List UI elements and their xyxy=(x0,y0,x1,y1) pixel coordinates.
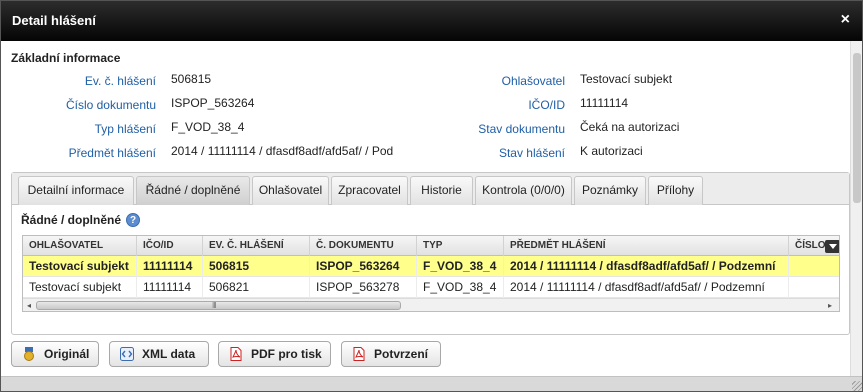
cell-ohlasovatel: Testovací subjekt xyxy=(23,277,137,298)
cell-cislo-dokumentu: ISPOP_563278 xyxy=(310,277,417,298)
original-button-label: Originál xyxy=(44,347,90,361)
value-ico-id: 11111114 xyxy=(580,96,629,110)
cell-ev-cislo: 506815 xyxy=(203,256,310,277)
tab-kontrola[interactable]: Kontrola (0/0/0) xyxy=(475,176,572,205)
cell-predmet-hlaseni: 2014 / 11111114 / dfasdf8adf/afd5af/ / P… xyxy=(504,277,789,298)
tab-zpracovatel[interactable]: Zpracovatel xyxy=(331,176,408,205)
cell-ev-cislo: 506821 xyxy=(203,277,310,298)
cell-cislo xyxy=(789,277,839,298)
value-ohlasovatel: Testovací subjekt xyxy=(580,72,673,86)
scrollbar-thumb[interactable] xyxy=(853,53,861,203)
column-header-ev-cislo[interactable]: EV. Č. HLÁŠENÍ xyxy=(203,236,310,256)
label-predmet-hlaseni: Předmět hlášení xyxy=(68,146,156,160)
column-header-typ[interactable]: TYP xyxy=(417,236,504,256)
pdf-icon xyxy=(230,347,242,361)
cell-cislo xyxy=(789,256,839,277)
dialog-footer xyxy=(1,376,862,391)
pdf-print-button-label: PDF pro tisk xyxy=(251,347,322,361)
cell-ico-id: 11111114 xyxy=(137,277,203,298)
tab-detailni-informace[interactable]: Detailní informace xyxy=(18,176,134,205)
column-menu-icon[interactable] xyxy=(825,240,839,253)
cell-cislo-dokumentu: ISPOP_563264 xyxy=(310,256,417,277)
column-header-ohlasovatel[interactable]: OHLAŠOVATEL xyxy=(23,236,137,256)
cell-typ: F_VOD_38_4 xyxy=(417,277,504,298)
dialog-vertical-scrollbar[interactable] xyxy=(850,41,862,376)
tab-ohlasovatel[interactable]: Ohlašovatel xyxy=(252,176,329,205)
label-stav-hlaseni: Stav hlášení xyxy=(498,146,565,160)
confirmation-button-label: Potvrzení xyxy=(374,347,429,361)
tab-panel: Detailní informace Řádné / doplněné Ohla… xyxy=(11,172,850,335)
value-stav-dokumentu: Čeká na autorizaci xyxy=(580,120,680,134)
value-stav-hlaseni: K autorizaci xyxy=(580,144,643,158)
column-header-cislo-dokumentu[interactable]: Č. DOKUMENTU xyxy=(310,236,417,256)
medal-icon xyxy=(24,347,34,361)
table-row[interactable]: Testovací subjekt 11111114 506815 ISPOP_… xyxy=(23,256,839,277)
table-row[interactable]: Testovací subjekt 11111114 506821 ISPOP_… xyxy=(23,277,839,298)
confirmation-button[interactable]: Potvrzení xyxy=(341,341,441,367)
cell-typ: F_VOD_38_4 xyxy=(417,256,504,277)
original-button[interactable]: Originál xyxy=(11,341,99,367)
scroll-left-icon[interactable]: ◂ xyxy=(24,301,34,311)
value-ev-cislo: 506815 xyxy=(171,72,212,86)
dialog-titlebar[interactable]: Detail hlášení × xyxy=(1,1,862,41)
scroll-right-icon[interactable]: ▸ xyxy=(825,301,835,311)
grid-header: OHLAŠOVATEL IČO/ID EV. Č. HLÁŠENÍ Č. DOK… xyxy=(23,236,839,256)
tab-bar: Detailní informace Řádné / doplněné Ohla… xyxy=(12,173,849,205)
scrollbar-thumb[interactable]: III xyxy=(36,301,401,310)
dialog-content: Základní informace Ev. č. hlášení 506815… xyxy=(1,41,852,376)
section-title-basic-info: Základní informace xyxy=(11,51,121,65)
panel-heading: Řádné / doplněné xyxy=(21,213,122,227)
grip-icon: III xyxy=(212,301,217,310)
column-header-ico-id[interactable]: IČO/ID xyxy=(137,236,203,256)
cell-ico-id: 11111114 xyxy=(137,256,203,277)
value-predmet-hlaseni: 2014 / 11111114 / dfasdf8adf/afd5af/ / P… xyxy=(171,144,394,158)
label-stav-dokumentu: Stav dokumentu xyxy=(478,122,565,136)
column-header-predmet-hlaseni[interactable]: PŘEDMĚT HLÁŠENÍ xyxy=(504,236,789,256)
value-cislo-dokumentu: ISPOP_563264 xyxy=(171,96,255,110)
detail-dialog: Detail hlášení × Základní informace Ev. … xyxy=(0,0,863,392)
cell-ohlasovatel: Testovací subjekt xyxy=(23,256,137,277)
xml-data-button[interactable]: XML data xyxy=(109,341,209,367)
dialog-title: Detail hlášení xyxy=(12,13,96,28)
pdf-print-button[interactable]: PDF pro tisk xyxy=(218,341,331,367)
pdf-icon xyxy=(353,347,365,361)
resize-handle-icon[interactable] xyxy=(852,381,862,391)
submissions-grid: OHLAŠOVATEL IČO/ID EV. Č. HLÁŠENÍ Č. DOK… xyxy=(22,235,840,312)
label-typ-hlaseni: Typ hlášení xyxy=(94,122,156,136)
xml-data-button-label: XML data xyxy=(142,347,196,361)
tab-prilohy[interactable]: Přílohy xyxy=(648,176,703,205)
label-cislo-dokumentu: Číslo dokumentu xyxy=(65,98,156,112)
grid-horizontal-scrollbar[interactable]: ◂ III ▸ xyxy=(23,298,839,311)
tab-radne-doplnene[interactable]: Řádné / doplněné xyxy=(136,176,250,205)
close-icon[interactable]: × xyxy=(841,11,850,29)
tab-poznamky[interactable]: Poznámky xyxy=(574,176,646,205)
label-ohlasovatel: Ohlašovatel xyxy=(501,74,565,88)
label-ico-id: IČO/ID xyxy=(528,98,565,112)
help-icon[interactable]: ? xyxy=(126,213,140,227)
tab-historie[interactable]: Historie xyxy=(410,176,473,205)
xml-icon xyxy=(120,347,134,361)
cell-predmet-hlaseni: 2014 / 11111114 / dfasdf8adf/afd5af/ / P… xyxy=(504,256,789,277)
value-typ-hlaseni: F_VOD_38_4 xyxy=(171,120,245,134)
label-ev-cislo: Ev. č. hlášení xyxy=(84,74,156,88)
